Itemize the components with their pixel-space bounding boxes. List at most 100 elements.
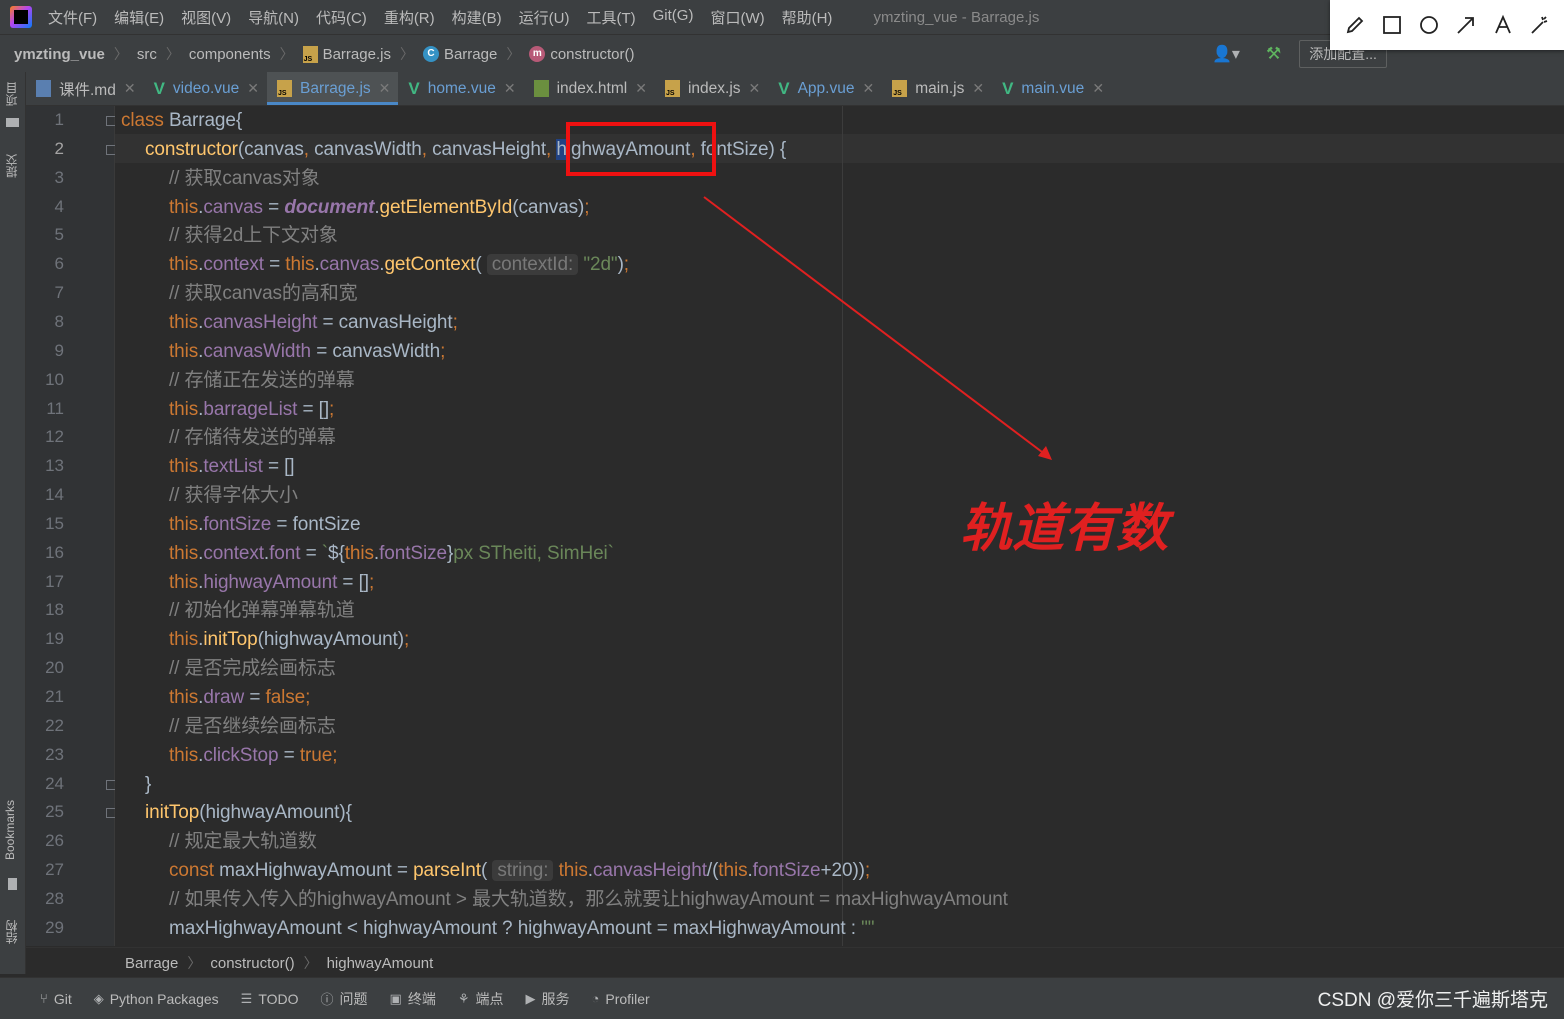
tool-window-services[interactable]: ▶ 服务 — [526, 989, 570, 1009]
circle-icon[interactable] — [1416, 12, 1442, 38]
commit-tool-window-button[interactable]: 提交 — [3, 154, 20, 178]
tab-main-vue[interactable]: Vmain.vue ✕ — [992, 72, 1112, 105]
tab-home-vue[interactable]: Vhome.vue ✕ — [398, 72, 523, 105]
code-token: , — [303, 138, 315, 160]
js-file-icon — [664, 80, 680, 97]
breadcrumb-method[interactable]: m constructor() — [529, 46, 635, 63]
tool-window-profiler[interactable]: ◔ Profiler — [592, 991, 650, 1007]
close-tab-icon[interactable]: ✕ — [862, 80, 874, 97]
tab-video-vue[interactable]: Vvideo.vue ✕ — [144, 72, 267, 105]
close-tab-icon[interactable]: ✕ — [635, 80, 647, 97]
code-token: = — [278, 744, 300, 766]
close-tab-icon[interactable]: ✕ — [504, 80, 516, 97]
menu-item[interactable]: 窗口(W) — [710, 7, 764, 28]
code-token: this — [718, 860, 748, 882]
code-crumb-class[interactable]: Barrage — [125, 955, 178, 972]
build-hammer-icon[interactable]: ⚒ — [1266, 44, 1281, 64]
line-number: 5 — [54, 225, 64, 245]
tool-window-todo[interactable]: ☰ TODO — [241, 991, 299, 1007]
line-number: 8 — [54, 311, 64, 331]
code-crumb-parameter[interactable]: highwayAmount — [327, 955, 434, 972]
line-number: 17 — [45, 571, 64, 591]
rectangle-icon[interactable] — [1379, 12, 1405, 38]
code-token: canvas — [319, 254, 380, 276]
breadcrumb-src[interactable]: src — [137, 46, 157, 63]
menu-item[interactable]: 编辑(E) — [114, 7, 164, 28]
menu-item[interactable]: Git(G) — [653, 7, 694, 28]
annotation-label: 轨道有数 — [960, 498, 1169, 559]
tool-window-git[interactable]: ⑂ Git — [40, 991, 72, 1007]
services-icon: ▶ — [525, 990, 536, 1006]
text-icon[interactable] — [1490, 12, 1516, 38]
close-tab-icon[interactable]: ✕ — [1092, 80, 1104, 97]
problems-icon: ⓘ — [320, 992, 334, 1007]
menu-item[interactable]: 运行(U) — [519, 7, 570, 28]
project-tool-window-button[interactable]: 项目 — [3, 82, 20, 106]
terminal-icon: ▣ — [389, 990, 402, 1006]
arrow-icon[interactable] — [1453, 12, 1479, 38]
close-tab-icon[interactable]: ✕ — [247, 80, 259, 97]
code-line: this.context.font = `${this.fontSize}px … — [169, 539, 614, 568]
line-number: 20 — [45, 658, 64, 678]
menu-item[interactable]: 帮助(H) — [782, 7, 833, 28]
bookmarks-tool-window-button[interactable]: Bookmarks — [3, 800, 17, 860]
code-token: this — [169, 254, 199, 276]
line-number: 3 — [54, 167, 64, 187]
tool-window-terminal[interactable]: ▣ 终端 — [390, 989, 436, 1009]
tool-window-python-packages[interactable]: ◈ Python Packages — [94, 991, 219, 1007]
code-comment: // 初始化弹幕弹幕轨道 — [169, 600, 355, 622]
menu-item[interactable]: 视图(V) — [181, 7, 231, 28]
close-tab-icon[interactable]: ✕ — [379, 80, 391, 97]
tab-app-vue[interactable]: V App.vue ✕ — [768, 72, 882, 105]
line-number: 4 — [54, 196, 64, 216]
menu-item[interactable]: 构建(B) — [452, 7, 502, 28]
code-token: px STheiti, SimHei` — [453, 542, 614, 564]
breadcrumb-components[interactable]: components — [189, 46, 271, 63]
line-number: 6 — [54, 254, 64, 274]
vue-file-icon: V — [778, 78, 790, 98]
pycharm-logo-icon — [10, 6, 32, 28]
line-number: 10 — [45, 369, 64, 389]
menu-item[interactable]: 文件(F) — [48, 7, 97, 28]
code-token: this — [169, 456, 199, 478]
code-token: font — [269, 542, 301, 564]
tool-window-label: 问题 — [339, 990, 368, 1007]
vue-file-icon: V — [1002, 78, 1014, 98]
menu-item[interactable]: 工具(T) — [586, 7, 635, 28]
tab-index-html[interactable]: index.html ✕ — [524, 72, 655, 105]
breadcrumb-file[interactable]: Barrage.js — [302, 45, 391, 63]
code-line: } — [145, 770, 151, 799]
parameter-hint: string: — [492, 860, 554, 882]
tab-main-js[interactable]: main.js ✕ — [882, 72, 992, 105]
breadcrumb-class[interactable]: C Barrage — [422, 45, 498, 63]
right-margin-guide — [842, 106, 843, 946]
close-tab-icon[interactable]: ✕ — [972, 80, 984, 97]
code-token: ; — [864, 860, 871, 882]
code-crumb-method[interactable]: constructor() — [210, 955, 294, 972]
code-line: // 获得字体大小 — [169, 481, 298, 510]
close-tab-icon[interactable]: ✕ — [124, 80, 136, 97]
code-token: this — [169, 311, 199, 333]
menu-item[interactable]: 代码(C) — [316, 7, 367, 28]
pencil-icon[interactable] — [1342, 12, 1368, 38]
user-icon[interactable]: 👤▾ — [1212, 44, 1240, 64]
line-number: 25 — [45, 802, 64, 822]
structure-tool-window-button[interactable]: 结构 — [3, 920, 20, 944]
tab-barrage-js[interactable]: Barrage.js ✕ — [267, 72, 399, 105]
line-number: 13 — [45, 456, 64, 476]
code-comment: // 存储待发送的弹幕 — [169, 427, 336, 449]
tab-index-js[interactable]: index.js ✕ — [655, 72, 768, 105]
code-token: = fontSize — [271, 513, 361, 535]
js-file-icon — [892, 80, 908, 97]
tool-window-problems[interactable]: ⓘ 问题 — [321, 989, 368, 1009]
magic-wand-icon[interactable] — [1527, 12, 1553, 38]
menu-item[interactable]: 重构(R) — [384, 7, 435, 28]
tab-md[interactable]: 课件.md ✕ — [26, 72, 144, 105]
code-token: Barrage{ — [168, 110, 243, 131]
breadcrumb-project[interactable]: ymzting_vue — [14, 46, 105, 63]
tool-window-endpoints[interactable]: ⚘ 端点 — [458, 989, 504, 1009]
close-tab-icon[interactable]: ✕ — [749, 80, 761, 97]
menu-item[interactable]: 导航(N) — [248, 7, 299, 28]
code-editor[interactable]: class Barrage{constructor(canvas, canvas… — [115, 106, 1564, 946]
breadcrumb-class-label: Barrage — [443, 45, 498, 63]
